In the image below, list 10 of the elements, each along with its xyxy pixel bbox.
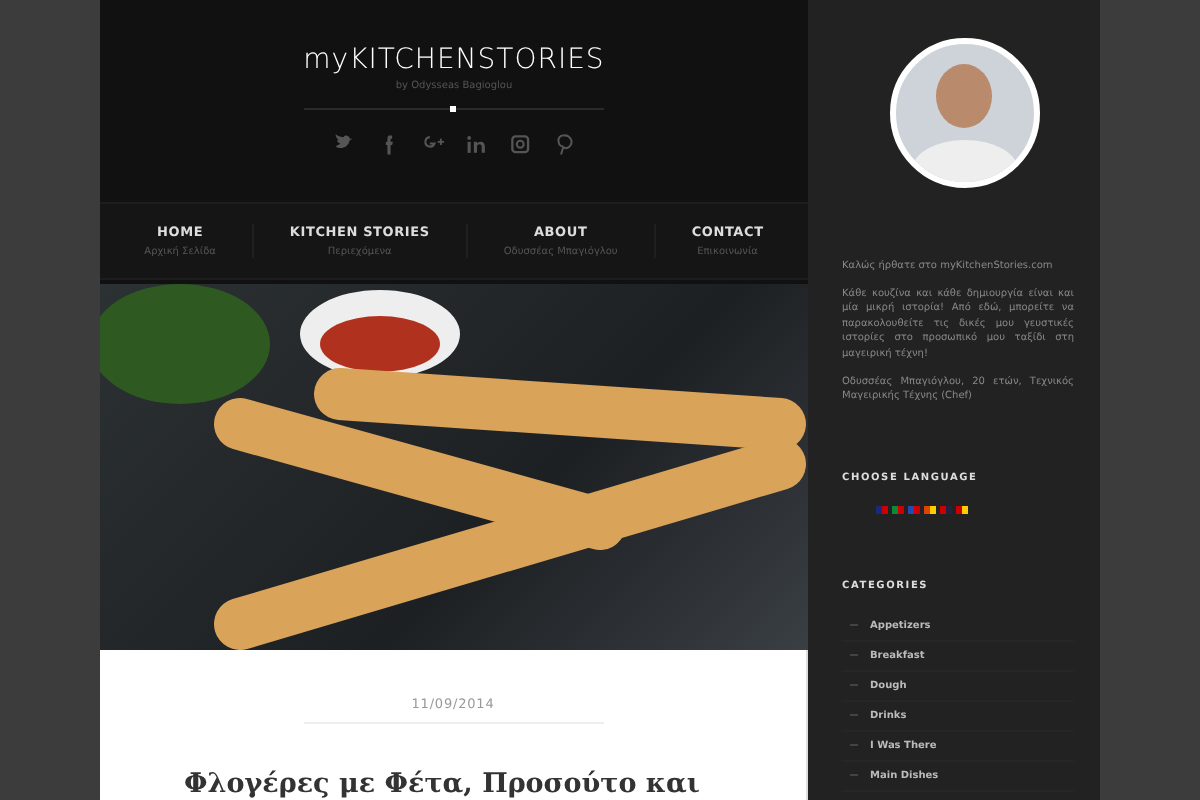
dash-icon [850, 654, 858, 657]
linkedin-in-icon[interactable] [465, 134, 487, 156]
dash-icon [850, 714, 858, 717]
site-logo[interactable]: myKITCHENSTORIES [303, 44, 605, 76]
dash-icon [850, 774, 858, 777]
camera-icon[interactable] [509, 134, 531, 156]
post-title[interactable]: Φλογέρες με Φέτα, Προσούτο και [184, 768, 700, 800]
dash-icon [850, 624, 858, 627]
dash-icon [850, 744, 858, 747]
dash-icon [850, 684, 858, 687]
